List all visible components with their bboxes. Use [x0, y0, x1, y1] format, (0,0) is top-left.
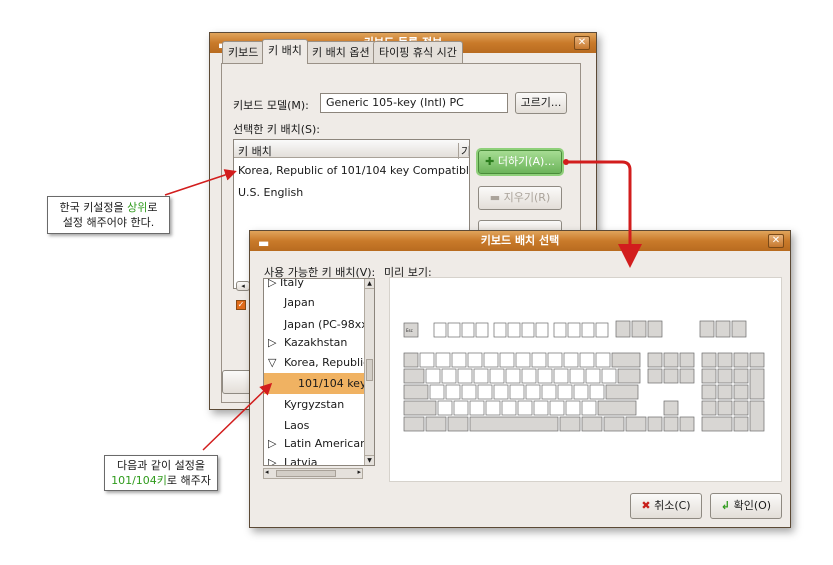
ok-arrow-icon: ↲ — [720, 499, 731, 512]
tab-layouts-label: 키 배치 — [268, 44, 302, 57]
remove-layout-button[interactable]: ▬ 지우기(R) — [478, 186, 562, 210]
keyboard-model-value: Generic 105-key (Intl) PC — [326, 96, 464, 109]
layout-korea: Korea, Republic of 101/104 key Compatibl… — [238, 164, 470, 177]
nav-block — [647, 352, 695, 432]
function-row: Esc — [403, 320, 747, 338]
list-item[interactable]: U.S. English — [238, 186, 303, 199]
scroll-down-icon[interactable]: ▼ — [365, 455, 374, 465]
default-checkbox[interactable]: ✓ — [236, 300, 246, 310]
add-layout-button[interactable]: ✚ 더하기(A)... — [478, 150, 562, 174]
callout-top-text2: 로 — [147, 201, 158, 214]
vertical-scrollbar[interactable]: ▲ ▼ — [364, 279, 374, 465]
tab-typing-break-label: 타이핑 휴식 시간 — [379, 46, 457, 59]
tree-item-selected[interactable]: 101/104 key — [264, 373, 367, 394]
scroll-thumb[interactable] — [366, 359, 373, 381]
tree-item-label: Japan — [284, 296, 315, 309]
tree-item[interactable]: Japan (PC-98xx — [284, 318, 368, 331]
tree-item-label: Korea, Republic — [284, 356, 370, 369]
scroll-left-icon[interactable]: ◂ — [265, 468, 269, 476]
cancel-x-icon: ✖ — [641, 499, 651, 512]
list-scroll-left[interactable]: ◂ — [236, 281, 250, 291]
tab-keyboard-label: 키보드 — [228, 46, 259, 59]
tree-item-label: Latvia — [284, 456, 318, 466]
callout-bottom-text2: 로 해주자 — [166, 474, 211, 487]
keyboard-preview-drawing: Esc — [403, 320, 765, 432]
tree-item[interactable]: Kyrgyzstan — [284, 398, 344, 411]
expander-right-icon: ▷ — [268, 336, 277, 349]
choose-model-label: 고르기... — [520, 96, 562, 109]
callout-top-green: 상위 — [127, 201, 148, 214]
tab-typing-break[interactable]: 타이핑 휴식 시간 — [373, 41, 463, 63]
callout-top: 한국 키설정을 상위로 설정 해주어야 한다. — [47, 196, 170, 234]
tree-item[interactable]: ▷ Italy — [268, 278, 304, 289]
tab-layout-options[interactable]: 키 배치 옵션 — [306, 41, 376, 63]
list-item[interactable]: Korea, Republic of 101/104 key Compatibl… — [238, 164, 470, 177]
tab-keyboard[interactable]: 키보드 — [222, 41, 265, 63]
layout-us-english: U.S. English — [238, 186, 304, 199]
expander-down-icon: ▽ — [268, 356, 277, 369]
callout-top-line2: 설정 해주어야 한다. — [62, 216, 155, 229]
tree-item[interactable]: ▷ Latvia — [268, 456, 318, 466]
tree-item[interactable]: Laos — [284, 419, 309, 432]
expander-right-icon: ▷ — [268, 437, 277, 450]
list-header-layout: 키 배치 — [238, 145, 272, 158]
tree-item-label: Kyrgyzstan — [284, 398, 345, 411]
tree-item-label: Latin American — [284, 437, 368, 450]
plus-icon: ✚ — [485, 155, 495, 168]
expander-right-icon: ▷ — [268, 278, 277, 289]
scroll-up-icon[interactable]: ▲ — [365, 279, 374, 289]
tree-item-label: Kazakhstan — [284, 336, 348, 349]
close-icon[interactable]: ✕ — [768, 234, 784, 248]
svg-text:Esc: Esc — [406, 328, 413, 333]
tree-item-label: Laos — [284, 419, 310, 432]
callout-bottom-line1: 다음과 같이 설정을 — [117, 459, 205, 472]
list-column-header[interactable]: 키 배치 기 — [234, 140, 469, 159]
tree-item[interactable]: Japan — [284, 296, 315, 309]
keyboard-model-field[interactable]: Generic 105-key (Intl) PC — [320, 93, 508, 113]
callout-top-line1: 한국 키설정을 상위로 — [48, 200, 169, 215]
tree-item-label: Japan (PC-98xx — [284, 318, 368, 331]
cancel-label: 취소(C) — [654, 499, 691, 512]
callout-bottom-line2: 101/104키로 해주자 — [105, 473, 217, 488]
tab-layout-options-label: 키 배치 옵션 — [312, 46, 370, 59]
expander-right-icon: ▷ — [268, 456, 277, 466]
tree-item-label: Italy — [280, 278, 304, 289]
remove-icon: ▬ — [489, 191, 501, 204]
add-layout-label: 더하기(A)... — [497, 155, 555, 168]
hscroll-thumb[interactable] — [276, 470, 336, 477]
callout-bottom: 다음과 같이 설정을 101/104키로 해주자 — [104, 455, 218, 491]
keyboard-model-label: 키보드 모델(M): — [233, 99, 309, 112]
layout-chooser-title: 키보드 배치 선택 — [480, 234, 560, 247]
tree-item[interactable]: ▷ Latin American — [268, 437, 367, 450]
remove-layout-label: 지우기(R) — [503, 191, 551, 204]
list-header-second: 기 — [458, 143, 469, 159]
tree-item-label: 101/104 key — [298, 377, 367, 390]
choose-model-button[interactable]: 고르기... — [515, 92, 567, 114]
callout-bottom-green: 101/104키 — [111, 474, 167, 487]
scroll-right-icon[interactable]: ▸ — [357, 468, 361, 476]
layout-chooser-titlebar: ▬ 키보드 배치 선택 ✕ — [250, 231, 790, 251]
available-layouts-tree[interactable]: ▷ Italy Japan Japan (PC-98xx ▷ Kazakhstan … — [263, 278, 375, 466]
tree-item[interactable]: ▽ Korea, Republic — [268, 356, 369, 369]
keyboard-preview: Esc — [389, 277, 782, 482]
ok-button[interactable]: ↲ 확인(O) — [710, 493, 782, 519]
callout-top-text1: 한국 키설정을 — [59, 201, 128, 214]
close-icon[interactable]: ✕ — [574, 36, 590, 50]
ok-label: 확인(O) — [733, 499, 772, 512]
cancel-button[interactable]: ✖ 취소(C) — [630, 493, 702, 519]
numpad-block — [701, 352, 765, 432]
window-menu-icon[interactable]: ▬ — [258, 233, 269, 253]
tree-item[interactable]: ▷ Kazakhstan — [268, 336, 347, 349]
horizontal-scrollbar[interactable]: ◂ ▸ — [263, 468, 363, 479]
tab-layouts[interactable]: 키 배치 — [262, 39, 308, 64]
selected-layouts-label: 선택한 키 배치(S): — [233, 123, 320, 136]
main-block — [403, 352, 647, 432]
